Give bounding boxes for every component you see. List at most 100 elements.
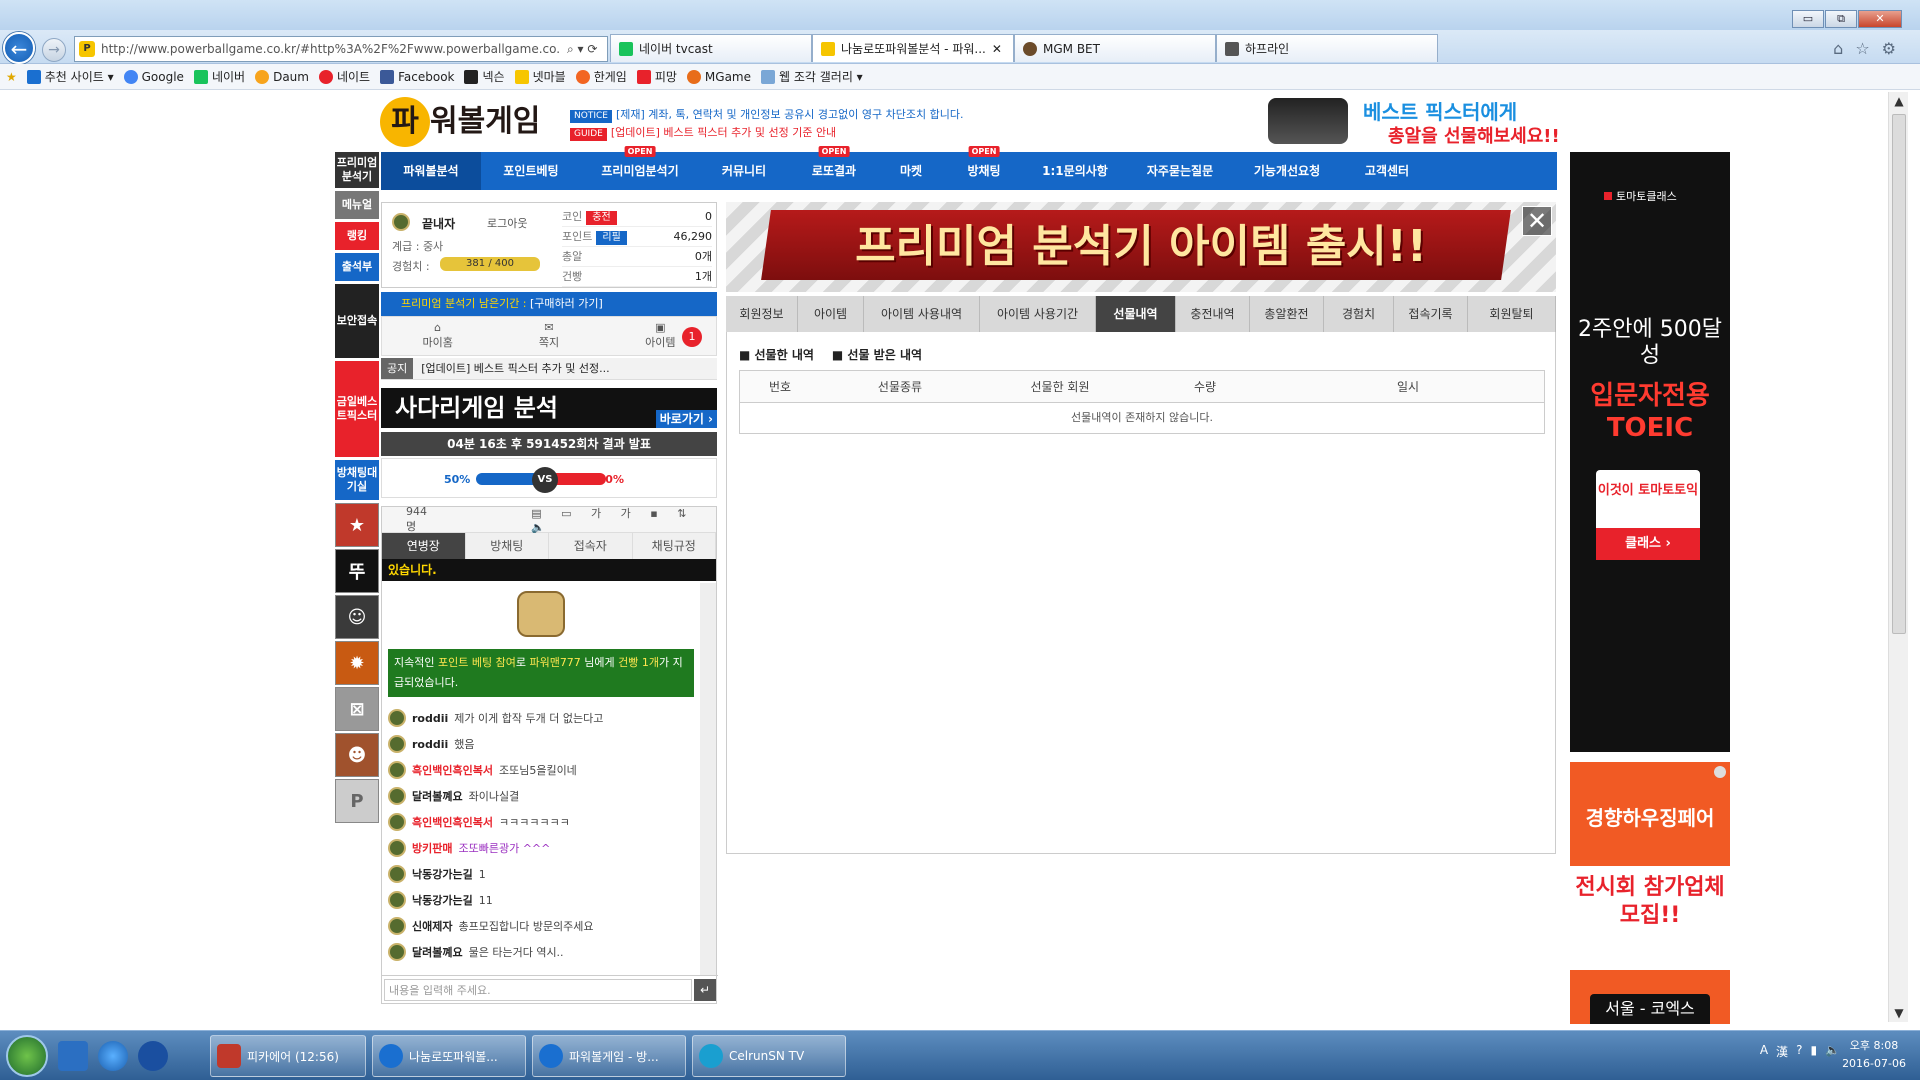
tab-users[interactable]: 접속자 (549, 533, 633, 559)
tab-room-chat[interactable]: 방채팅 (465, 533, 549, 559)
fav-item-hangame[interactable]: 한게임 (575, 68, 627, 85)
settings-gear-icon[interactable]: ⚙ (1882, 39, 1896, 58)
side-attendance[interactable]: 출석부 (335, 253, 379, 281)
tab-charge-history[interactable]: 충전내역 (1176, 296, 1250, 332)
notice-ticker[interactable]: 공지 [업데이트] 베스트 픽스터 추가 및 선정... (381, 358, 717, 380)
go-button[interactable]: 바로가기 › (655, 410, 717, 428)
nav-community[interactable]: 커뮤니티 (699, 152, 789, 190)
subtab-sent[interactable]: 선물한 내역 (739, 346, 814, 363)
message-button[interactable]: ✉ 쪽지 (493, 317, 604, 355)
fav-item-daum[interactable]: Daum (255, 69, 309, 84)
scroll-thumb[interactable] (1892, 114, 1906, 634)
tab-item-usage[interactable]: 아이템 사용내역 (864, 296, 980, 332)
show-desktop-icon[interactable] (58, 1041, 88, 1071)
side-secure-login[interactable]: 보안접속 (335, 284, 379, 358)
tab-withdraw[interactable]: 회원탈퇴 (1468, 296, 1556, 332)
ime-icon[interactable]: A (1760, 1043, 1768, 1060)
logout-button[interactable]: 로그아웃 (487, 215, 527, 231)
nav-customer-center[interactable]: 고객센터 (1339, 152, 1435, 190)
side-premium-analyzer[interactable]: 프리미엄분석기 (335, 152, 379, 188)
taskbar-item-celrun[interactable]: CelrunSN TV (692, 1035, 846, 1077)
nav-inquiry[interactable]: 1:1문의사항 (1025, 152, 1125, 190)
top-ad-banner[interactable]: 베스트 픽스터에게 총알을 선물해보세요!! (1268, 94, 1560, 150)
chat-input[interactable]: 내용을 입력해 주세요. (384, 978, 692, 1001)
side-manual[interactable]: 메뉴얼 (335, 191, 379, 219)
toeic-ad[interactable]: 토마토클래스 2주안에 500달성 입문자전용 TOEIC 이것이 토마토토익 클… (1570, 152, 1730, 752)
network-icon[interactable]: ▮ (1810, 1043, 1817, 1060)
tab-access-log[interactable]: 접속기록 (1394, 296, 1468, 332)
favorites-star-icon[interactable]: ★ (6, 70, 17, 84)
tab-exp[interactable]: 경험치 (1324, 296, 1394, 332)
address-bar[interactable]: P http://www.powerballgame.co.kr/#http%3… (74, 36, 608, 62)
fav-item-google[interactable]: Google (123, 69, 184, 84)
address-url[interactable]: http://www.powerballgame.co.kr/#http%3A%… (101, 42, 561, 56)
maximize-button[interactable]: ⧉ (1825, 10, 1857, 28)
tab-chat-rules[interactable]: 채팅규정 (632, 533, 716, 559)
tab-gift-history[interactable]: 선물내역 (1096, 296, 1176, 332)
home-icon[interactable]: ⌂ (1833, 39, 1843, 58)
item-button[interactable]: ▣ 아이템 1 (605, 317, 716, 355)
fav-item-nate[interactable]: 네이트 (318, 68, 370, 85)
page-scrollbar[interactable]: ▲ ▼ (1888, 92, 1908, 1022)
send-icon[interactable]: ↵ (694, 978, 716, 1001)
housing-fair-ad[interactable]: 경향하우징페어 전시회 참가업체 모집!! 서울 - 코엑스 (1570, 762, 1730, 1024)
tab-halfline[interactable]: 하프라인 (1216, 34, 1438, 62)
buy-link[interactable]: [구매하러 가기] (530, 297, 603, 310)
site-logo[interactable]: 파 워볼게임 (380, 96, 545, 147)
pickster-avatar[interactable]: ☺ (335, 595, 379, 639)
fav-item-nexon[interactable]: 넥슨 (464, 68, 505, 85)
ie-icon[interactable] (98, 1041, 128, 1071)
refill-button[interactable]: 리필 (596, 231, 627, 245)
side-ranking[interactable]: 랭킹 (335, 222, 379, 250)
pickster-avatar[interactable]: ★ (335, 503, 379, 547)
word-icon[interactable] (138, 1041, 168, 1071)
nav-point-betting[interactable]: 포인트베팅 (481, 152, 581, 190)
class-button[interactable]: 클래스 › (1596, 528, 1700, 560)
lock-icon[interactable]: ⊠ (335, 687, 379, 731)
side-best-pickster[interactable]: 금일베스트픽스터 (335, 361, 379, 457)
hanja-icon[interactable]: 漢 (1776, 1043, 1788, 1060)
taskbar-item-ie2[interactable]: 파워볼게임 - 방... (532, 1035, 686, 1077)
tab-item-period[interactable]: 아이템 사용기간 (980, 296, 1096, 332)
favorites-star-icon[interactable]: ☆ (1855, 39, 1869, 58)
tab-items[interactable]: 아이템 (798, 296, 864, 332)
close-button[interactable]: ✕ (1858, 10, 1902, 28)
fav-item-netmarble[interactable]: 넷마블 (514, 68, 566, 85)
nav-lotto-result[interactable]: OPEN 로또결과 (789, 146, 879, 190)
tab-mgm-bet[interactable]: MGM BET (1014, 34, 1216, 62)
fav-item-facebook[interactable]: Facebook (380, 69, 454, 84)
subtab-received[interactable]: 선물 받은 내역 (832, 346, 922, 363)
fav-item-webslice[interactable]: 웹 조각 갤러리 ▾ (761, 68, 863, 85)
taskbar-item-pica[interactable]: 피카에어 (12:56) (210, 1035, 366, 1077)
nav-room-chat[interactable]: OPEN 방채팅 (943, 146, 1025, 190)
help-icon[interactable]: ? (1796, 1043, 1802, 1060)
chat-tools-icons[interactable]: ▤ ▭ 가 가 ▪ ⇅ 🔈 (531, 505, 716, 534)
nav-faq[interactable]: 자주묻는질문 (1125, 152, 1235, 190)
pickster-avatar[interactable]: 뚜 (335, 549, 379, 593)
search-refresh-icon[interactable]: ⌕ ▾ ⟳ (567, 42, 597, 57)
back-button[interactable]: ← (3, 32, 35, 64)
tab-barracks[interactable]: 연병장 (382, 533, 466, 559)
scroll-up-icon[interactable]: ▲ (1889, 94, 1909, 108)
side-chat-lobby[interactable]: 방채팅대기실 (335, 460, 379, 500)
pickster-avatar[interactable]: P (335, 779, 379, 823)
volume-icon[interactable]: 🔈 (1825, 1043, 1840, 1060)
notice-line[interactable]: NOTICE [제재] 계좌, 톡, 연락처 및 개인정보 공유시 경고없이 영구… (570, 106, 963, 124)
clock[interactable]: 오후 8:08 2016-07-06 (1842, 1037, 1906, 1073)
chat-scrollbar[interactable] (700, 583, 716, 975)
fav-item-recommended[interactable]: 추천 사이트 ▾ (26, 68, 114, 85)
ad-info-icon[interactable] (1714, 766, 1726, 778)
forward-button[interactable]: → (42, 38, 66, 62)
fav-item-mgame[interactable]: MGame (686, 69, 751, 84)
ladder-game-banner[interactable]: 사다리게임 분석 바로가기 › (381, 388, 717, 428)
minimize-button[interactable]: ▭ (1792, 10, 1824, 28)
pickster-avatar[interactable]: ☻ (335, 733, 379, 777)
nav-powerball-analysis[interactable]: 파워볼분석 (381, 152, 481, 190)
fav-item-naver[interactable]: 네이버 (193, 68, 245, 85)
tab-member-info[interactable]: 회원정보 (726, 296, 798, 332)
charge-button[interactable]: 충전 (586, 211, 617, 225)
scroll-down-icon[interactable]: ▼ (1889, 1006, 1909, 1020)
nav-premium-analyzer[interactable]: OPEN 프리미엄분석기 (581, 146, 699, 190)
tab-naver-tvcast[interactable]: 네이버 tvcast (610, 34, 812, 62)
pickster-avatar[interactable]: ✹ (335, 641, 379, 685)
